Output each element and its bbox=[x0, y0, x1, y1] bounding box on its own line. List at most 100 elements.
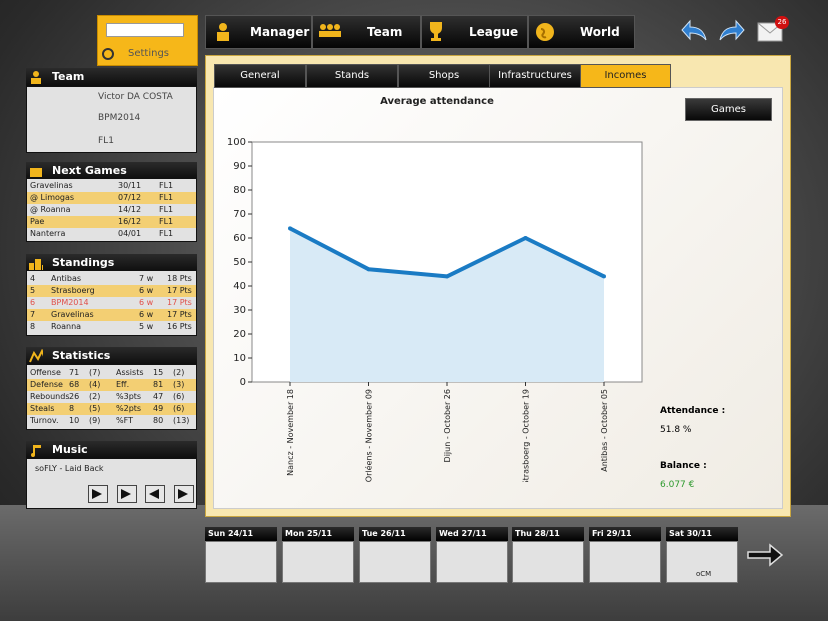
table-row[interactable]: 7 Gravelinas 6 w 17 Pts bbox=[27, 309, 196, 321]
stat-rank: (13) bbox=[173, 416, 190, 425]
nav-manager[interactable]: Manager bbox=[205, 15, 312, 49]
tab-incomes[interactable]: Incomes bbox=[580, 64, 671, 88]
standing-points: 17 Pts bbox=[167, 286, 192, 295]
y-tick-label: 70 bbox=[233, 209, 246, 220]
standing-rank: 8 bbox=[30, 322, 36, 331]
stat-label: Offense bbox=[30, 368, 61, 377]
table-row[interactable]: 5 Strasboerg 6 w 17 Pts bbox=[27, 285, 196, 297]
music-next-button[interactable] bbox=[174, 485, 194, 503]
calendar-day-label: Thu 28/11 bbox=[512, 527, 584, 541]
games-button[interactable]: Games bbox=[685, 98, 772, 121]
stat-label: %2pts bbox=[116, 404, 142, 413]
table-row[interactable]: 4 Antibas 7 w 18 Pts bbox=[27, 273, 196, 285]
stat-rank: (2) bbox=[173, 368, 185, 377]
standing-team: BPM2014 bbox=[51, 298, 89, 307]
nav-team[interactable]: Team bbox=[312, 15, 421, 49]
calendar-day[interactable]: Sat 30/11 oCM bbox=[666, 527, 738, 583]
y-tick-label: 90 bbox=[233, 161, 246, 172]
stat-rank: (3) bbox=[173, 380, 185, 389]
data-point bbox=[602, 274, 606, 279]
table-row[interactable]: Pae 16/12 FL1 bbox=[27, 216, 196, 228]
stat-value: 81 bbox=[153, 380, 164, 389]
calendar-day[interactable]: Thu 28/11 bbox=[512, 527, 584, 583]
nav-league[interactable]: League bbox=[421, 15, 528, 49]
table-row[interactable]: @ Limogas 07/12 FL1 bbox=[27, 192, 196, 204]
settings-input[interactable] bbox=[106, 23, 184, 37]
settings-box: Settings bbox=[97, 15, 198, 66]
statistics-chart-icon bbox=[29, 349, 43, 363]
back-arrow-icon[interactable] bbox=[680, 18, 710, 44]
calendar-day[interactable]: Tue 26/11 bbox=[359, 527, 431, 583]
settings-label[interactable]: Settings bbox=[128, 48, 169, 59]
x-tick-label: Dijun - October 26 bbox=[443, 389, 452, 462]
team-league: FL1 bbox=[98, 136, 114, 146]
next-games-icon bbox=[30, 168, 42, 177]
table-row: Defense 68 (4) Eff. 81 (3) bbox=[27, 379, 196, 391]
settings-radio-icon[interactable] bbox=[102, 48, 114, 60]
forward-arrow-icon[interactable] bbox=[716, 18, 746, 44]
music-stop-button[interactable] bbox=[117, 485, 137, 503]
statistics-table: Offense 71 (7) Assists 15 (2) Defense 68 (4) Eff… bbox=[26, 364, 197, 430]
tab-infrastructures[interactable]: Infrastructures bbox=[489, 64, 581, 88]
stat-value: 10 bbox=[69, 416, 80, 425]
y-tick-label: 100 bbox=[227, 137, 246, 148]
y-tick-label: 0 bbox=[240, 377, 246, 388]
game-opponent: Nanterra bbox=[30, 229, 66, 238]
game-date: 04/01 bbox=[118, 229, 142, 238]
stat-value: 80 bbox=[153, 416, 164, 425]
stat-rank: (6) bbox=[173, 392, 185, 401]
standing-wins: 6 w bbox=[139, 286, 154, 295]
table-row[interactable]: @ Roanna 14/12 FL1 bbox=[27, 204, 196, 216]
stat-label: %3pts bbox=[116, 392, 142, 401]
standing-wins: 6 w bbox=[139, 298, 154, 307]
stat-label: %FT bbox=[116, 416, 133, 425]
standings-table: 4 Antibas 7 w 18 Pts 5 Strasboerg 6 w 17 Pts 6… bbox=[26, 270, 197, 336]
stat-rank: (6) bbox=[173, 404, 185, 413]
team-person-icon bbox=[31, 71, 41, 84]
calendar-day-body bbox=[205, 541, 277, 583]
calendar-day[interactable]: Sun 24/11 bbox=[205, 527, 277, 583]
x-tick-label: Orléens - November 09 bbox=[364, 389, 374, 482]
standing-team: Gravelinas bbox=[51, 310, 94, 319]
nav-team-label: Team bbox=[367, 25, 403, 39]
stat-rank: (5) bbox=[89, 404, 101, 413]
standings-title: Standings bbox=[52, 256, 115, 269]
standing-points: 18 Pts bbox=[167, 274, 192, 283]
music-play-button[interactable] bbox=[88, 485, 108, 503]
trophy-icon bbox=[430, 22, 442, 41]
tab-shops[interactable]: Shops bbox=[398, 64, 490, 88]
tab-general[interactable]: General bbox=[214, 64, 306, 88]
y-tick-label: 50 bbox=[233, 257, 246, 268]
game-opponent: @ Roanna bbox=[30, 205, 71, 214]
attendance-label: Attendance : bbox=[660, 406, 726, 416]
table-row[interactable]: Nanterra 04/01 FL1 bbox=[27, 228, 196, 240]
game-date: 14/12 bbox=[118, 205, 142, 214]
table-row[interactable]: Gravelinas 30/11 FL1 bbox=[27, 180, 196, 192]
nav-manager-label: Manager bbox=[250, 25, 310, 39]
chart-title: Average attendance bbox=[380, 96, 494, 107]
nav-world[interactable]: World bbox=[528, 15, 635, 49]
calendar-day-label: Fri 29/11 bbox=[589, 527, 661, 541]
tab-stands[interactable]: Stands bbox=[306, 64, 398, 88]
standing-points: 17 Pts bbox=[167, 310, 192, 319]
calendar-day[interactable]: Mon 25/11 bbox=[282, 527, 354, 583]
standing-rank: 5 bbox=[30, 286, 36, 295]
calendar-day-body bbox=[359, 541, 431, 583]
next-games-title: Next Games bbox=[52, 164, 127, 177]
calendar-day[interactable]: Fri 29/11 bbox=[589, 527, 661, 583]
table-row[interactable]: 8 Roanna 5 w 16 Pts bbox=[27, 321, 196, 333]
calendar-day[interactable]: Wed 27/11 bbox=[436, 527, 508, 583]
next-week-arrow-icon[interactable] bbox=[746, 543, 784, 567]
standing-wins: 7 w bbox=[139, 274, 154, 283]
calendar-day-label: Mon 25/11 bbox=[282, 527, 354, 541]
game-date: 16/12 bbox=[118, 217, 142, 226]
x-tick-label: Nancz - November 18 bbox=[286, 389, 295, 476]
music-previous-button[interactable] bbox=[145, 485, 165, 503]
stat-value: 47 bbox=[153, 392, 164, 401]
team-panel-title: Team bbox=[52, 70, 85, 83]
table-row: Turnov. 10 (9) %FT 80 (13) bbox=[27, 415, 196, 427]
stat-value: 49 bbox=[153, 404, 164, 413]
y-tick-label: 30 bbox=[233, 305, 246, 316]
stat-rank: (7) bbox=[89, 368, 101, 377]
table-row[interactable]: 6 BPM2014 6 w 17 Pts bbox=[27, 297, 196, 309]
